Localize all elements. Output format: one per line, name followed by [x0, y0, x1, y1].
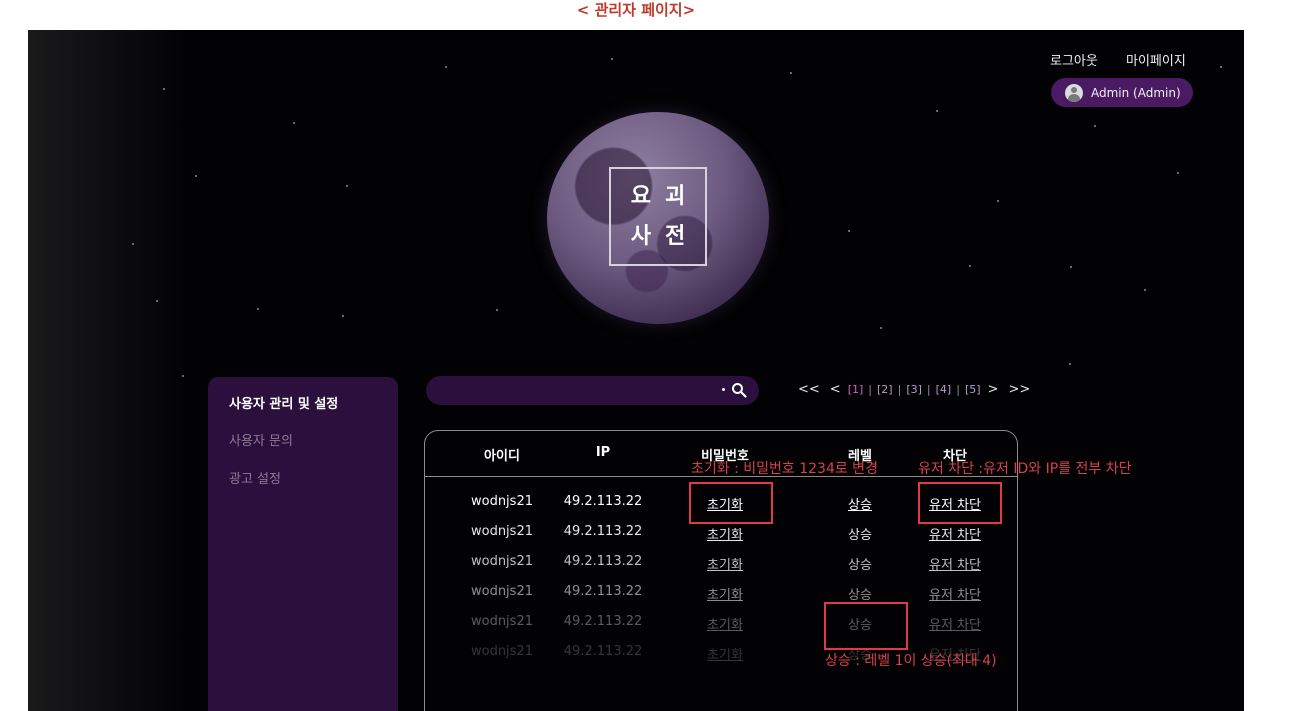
star	[969, 265, 971, 267]
star	[1069, 363, 1071, 365]
sidebar-item-user-inquiry[interactable]: 사용자 문의	[229, 430, 293, 449]
star	[293, 122, 295, 124]
star	[790, 72, 792, 74]
cell-id: wodnjs21	[470, 644, 533, 659]
cell-ip: 49.2.113.22	[563, 584, 643, 599]
star	[496, 309, 498, 311]
level-up-button[interactable]: 상승	[830, 554, 890, 573]
star	[156, 300, 158, 302]
table-row: wodnjs21 49.2.113.22 초기화 상승 유저 차단	[425, 614, 1017, 634]
reset-password-button[interactable]: 초기화	[685, 584, 765, 603]
search-icon[interactable]	[731, 382, 747, 398]
star	[182, 375, 184, 377]
star	[163, 88, 165, 90]
user-avatar-icon	[1065, 83, 1083, 102]
page-link-1[interactable]: [1]	[848, 383, 864, 396]
annotation-box-reset	[689, 482, 773, 524]
first-page-button[interactable]: <<	[798, 382, 820, 397]
star	[257, 308, 259, 310]
admin-user-badge[interactable]: Admin (Admin)	[1051, 78, 1193, 107]
logo-line-1: 요괴	[630, 183, 700, 209]
level-up-button[interactable]: 상승	[830, 584, 890, 603]
page-separator: |	[926, 383, 931, 396]
block-user-button[interactable]: 유저 차단	[915, 584, 995, 603]
annotation-box-block	[918, 482, 1002, 524]
star	[1177, 172, 1179, 174]
table-row: wodnjs21 49.2.113.22 초기화 상승 유저 차단	[425, 554, 1017, 574]
header-id: 아이디	[484, 449, 520, 464]
page-link-2[interactable]: [2]	[877, 383, 893, 396]
admin-badge-label: Admin (Admin)	[1091, 85, 1181, 100]
block-user-button[interactable]: 유저 차단	[915, 524, 995, 543]
table-row: wodnjs21 49.2.113.22 초기화 상승 유저 차단	[425, 524, 1017, 544]
annotation-block-text: 유저 차단 :유저 ID와 IP를 전부 차단	[918, 461, 1132, 477]
star	[1094, 125, 1096, 127]
search-bar	[426, 376, 759, 405]
search-dot	[722, 388, 725, 391]
next-page-button[interactable]: >	[988, 382, 999, 397]
star	[1070, 266, 1072, 268]
cell-id: wodnjs21	[470, 524, 533, 539]
cell-id: wodnjs21	[470, 494, 533, 509]
search-input[interactable]	[440, 381, 714, 401]
star	[342, 315, 344, 317]
logo-line-2: 사전	[630, 223, 700, 249]
table-row: wodnjs21 49.2.113.22 초기화 상승 유저 차단	[425, 584, 1017, 604]
cell-ip: 49.2.113.22	[563, 644, 643, 659]
cell-id: wodnjs21	[470, 554, 533, 569]
page-separator: |	[868, 383, 873, 396]
sidebar-item-user-management[interactable]: 사용자 관리 및 설정	[229, 393, 338, 412]
header-ip: IP	[595, 445, 611, 460]
cell-id: wodnjs21	[470, 584, 533, 599]
site-logo[interactable]: 요괴 사전	[609, 167, 707, 266]
block-user-button[interactable]: 유저 차단	[915, 554, 995, 573]
page-link-3[interactable]: [3]	[906, 383, 922, 396]
last-page-button[interactable]: >>	[1008, 382, 1030, 397]
page-title-bar: < 관리자 페이지>	[28, 0, 1244, 30]
cell-id: wodnjs21	[470, 614, 533, 629]
reset-password-button[interactable]: 초기화	[685, 614, 765, 633]
star	[997, 200, 999, 202]
annotation-box-level	[824, 602, 908, 650]
page-separator: |	[897, 383, 902, 396]
admin-stage: 로그아웃 마이페이지 Admin (Admin) 요괴 사전 사용자 관리 및 …	[28, 30, 1244, 711]
edge-fade	[28, 30, 188, 711]
cell-ip: 49.2.113.22	[563, 494, 643, 509]
star	[611, 58, 613, 60]
reset-password-button[interactable]: 초기화	[685, 554, 765, 573]
annotation-level-text: 상승 : 레벨 1이 상승(최대 4)	[825, 653, 997, 669]
cell-ip: 49.2.113.22	[563, 524, 643, 539]
star	[445, 66, 447, 68]
star	[195, 175, 197, 177]
level-up-button[interactable]: 상승	[830, 494, 890, 513]
star	[848, 230, 850, 232]
star	[1144, 289, 1146, 291]
page-title: < 관리자 페이지>	[576, 1, 696, 19]
star	[1220, 66, 1222, 68]
star	[346, 185, 348, 187]
sidebar-item-ad-settings[interactable]: 광고 설정	[229, 468, 281, 487]
cell-ip: 49.2.113.22	[563, 554, 643, 569]
level-up-button[interactable]: 상승	[830, 524, 890, 543]
pagination: << < [1] | [2] | [3] | [4] | [5] > >>	[793, 382, 1035, 397]
page-link-4[interactable]: [4]	[936, 383, 952, 396]
block-user-button[interactable]: 유저 차단	[915, 614, 995, 633]
cell-ip: 49.2.113.22	[563, 614, 643, 629]
page-link-5[interactable]: [5]	[965, 383, 981, 396]
reset-password-button[interactable]: 초기화	[685, 524, 765, 543]
reset-password-button[interactable]: 초기화	[685, 644, 765, 663]
star	[880, 327, 882, 329]
star	[936, 110, 938, 112]
mypage-link[interactable]: 마이페이지	[1126, 54, 1186, 69]
page-separator: |	[956, 383, 960, 396]
prev-page-button[interactable]: <	[830, 382, 841, 397]
annotation-reset-text: 초기화 : 비밀번호 1234로 변경	[691, 461, 878, 477]
logout-link[interactable]: 로그아웃	[1050, 54, 1098, 69]
header-links: 로그아웃 마이페이지	[1050, 50, 1186, 69]
star	[132, 243, 134, 245]
admin-sidebar: 사용자 관리 및 설정 사용자 문의 광고 설정	[208, 377, 398, 711]
